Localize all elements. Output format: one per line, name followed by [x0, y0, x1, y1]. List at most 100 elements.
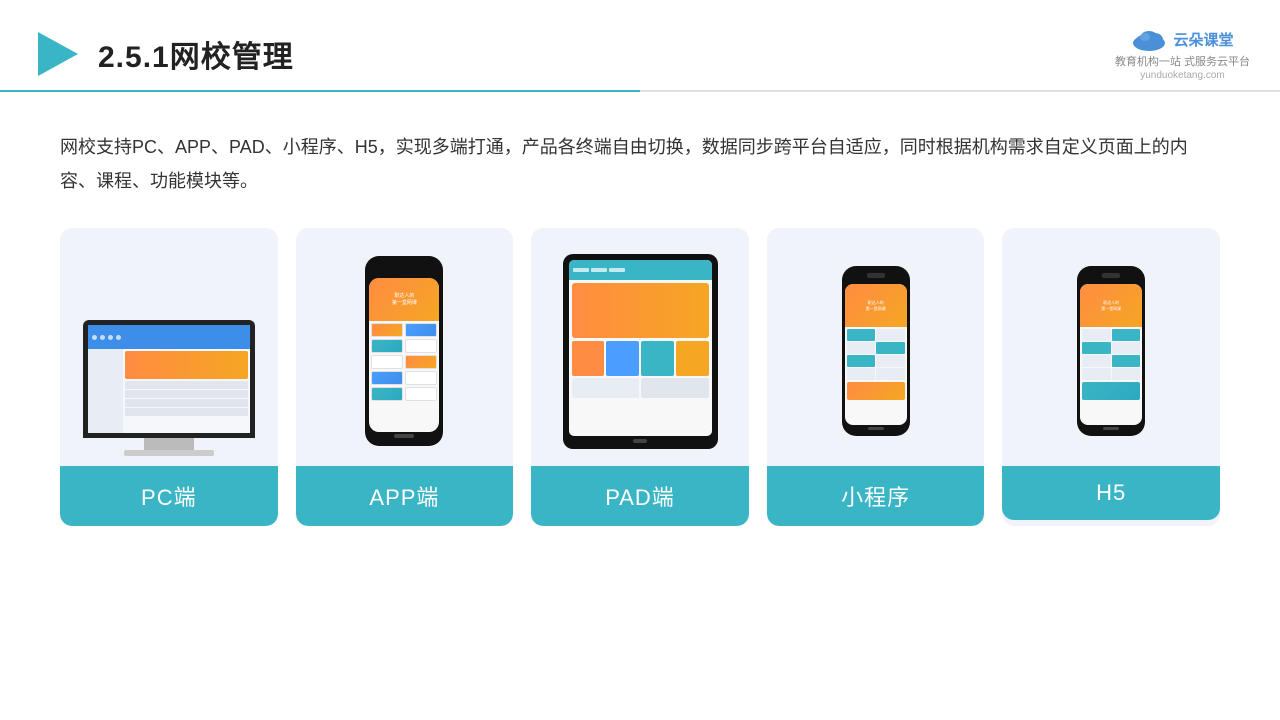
pad-nav-item — [591, 268, 607, 272]
phone-mini-card — [371, 371, 403, 385]
header-divider — [0, 90, 1280, 92]
app-mockup-container: 职达人的第一堂网课 — [308, 246, 502, 456]
miniprogram-mockup-container: 职达人的第一堂网课 — [779, 246, 973, 456]
pc-main-area — [123, 349, 249, 433]
phone-sm-block — [1082, 368, 1111, 380]
device-label-app: APP端 — [296, 466, 514, 526]
description-text: 网校支持PC、APP、PAD、小程序、H5，实现多端打通，产品各终端自由切换，数… — [60, 130, 1220, 198]
phone-sm-block — [1112, 355, 1141, 367]
phone-sm-row — [847, 342, 905, 354]
pc-nav-dot — [116, 335, 121, 340]
phone-screen: 职达人的第一堂网课 — [369, 278, 439, 432]
pc-screen-content — [88, 325, 250, 433]
phone-sm-block — [847, 342, 876, 354]
device-label-pc: PC端 — [60, 466, 278, 526]
phone-mini-card — [405, 323, 437, 337]
phone-sm-block — [876, 329, 905, 341]
phone-sm-block — [1082, 342, 1111, 354]
phone-sm-block — [876, 368, 905, 380]
pad-banner — [572, 283, 709, 338]
pc-row — [125, 381, 247, 389]
play-icon — [30, 28, 82, 80]
phone-sm-row — [847, 368, 905, 380]
device-card-h5: 职达人的第一堂网课 — [1002, 228, 1220, 526]
pad-cards — [572, 341, 709, 376]
phone-card-row — [371, 323, 437, 337]
device-card-miniprogram: 职达人的第一堂网课 — [767, 228, 985, 526]
logo-name: 云朵课堂 — [1173, 29, 1233, 50]
pad-screen — [569, 260, 712, 436]
pc-nav — [88, 325, 250, 349]
pad-top-bar — [569, 260, 712, 280]
phone-sm-header-h5: 职达人的第一堂网课 — [1080, 284, 1142, 326]
phone-card-row — [371, 387, 437, 401]
phone-mini-card — [371, 323, 403, 337]
phone-sm-row — [1082, 342, 1140, 354]
phone-sm-header-text: 职达人的第一堂网课 — [866, 300, 886, 310]
phone-sm-notch — [867, 273, 885, 278]
phone-sm-block — [1112, 368, 1141, 380]
phone-card-row — [371, 339, 437, 353]
pc-rows — [125, 381, 247, 416]
phone-sm-block — [876, 342, 905, 354]
phone-sm-notch-h5 — [1102, 273, 1120, 278]
pc-mockup — [79, 320, 259, 456]
phone-mini-card — [405, 339, 437, 353]
phone-header-text: 职达人的第一堂网课 — [392, 293, 417, 306]
pad-mockup-container — [543, 246, 737, 456]
phone-sm-home — [868, 427, 884, 430]
device-card-app: 职达人的第一堂网课 — [296, 228, 514, 526]
logo-domain: yunduoketang.com — [1140, 70, 1225, 81]
phone-mini-card — [371, 339, 403, 353]
pad-card — [606, 341, 639, 376]
header: 2.5.1网校管理 云朵课堂 教育机构一站 式服务云平台 yunduoketan… — [0, 0, 1280, 90]
pc-nav-dot — [100, 335, 105, 340]
phone-mini-card — [371, 355, 403, 369]
logo-cloud: 云朵课堂 — [1131, 27, 1233, 53]
pad-card — [676, 341, 709, 376]
phone-sm-block — [1112, 342, 1141, 354]
pc-screen-outer — [83, 320, 255, 438]
pc-row — [125, 399, 247, 407]
phone-sm-block — [1112, 329, 1141, 341]
device-label-pad: PAD端 — [531, 466, 749, 526]
phone-mini-card — [405, 387, 437, 401]
main-content: 网校支持PC、APP、PAD、小程序、H5，实现多端打通，产品各终端自由切换，数… — [0, 100, 1280, 546]
pc-row — [125, 390, 247, 398]
pc-nav-dot — [108, 335, 113, 340]
phone-sm-row — [847, 355, 905, 367]
phone-sm-row — [1082, 329, 1140, 341]
pad-card — [572, 341, 605, 376]
phone-sm-body-h5 — [1080, 327, 1142, 402]
phone-header: 职达人的第一堂网课 — [369, 278, 439, 321]
phone-sm-row — [1082, 355, 1140, 367]
logo-tagline: 教育机构一站 式服务云平台 — [1115, 55, 1250, 70]
phone-mini-card — [405, 355, 437, 369]
phone-sm-mockup-miniprogram: 职达人的第一堂网课 — [842, 266, 910, 436]
phone-sm-row — [1082, 368, 1140, 380]
cloud-icon — [1131, 27, 1167, 53]
pad-card — [641, 341, 674, 376]
pc-base — [124, 450, 214, 456]
phone-body — [369, 321, 439, 403]
phone-mini-card — [405, 371, 437, 385]
phone-sm-block — [847, 329, 876, 341]
phone-sm-block — [876, 355, 905, 367]
pc-row — [125, 408, 247, 416]
pc-banner — [125, 351, 247, 379]
phone-home-btn — [394, 434, 414, 438]
page-title: 2.5.1网校管理 — [98, 32, 294, 76]
phone-sm-mockup-h5: 职达人的第一堂网课 — [1077, 266, 1145, 436]
device-card-pc: PC端 — [60, 228, 278, 526]
pad-nav-item — [573, 268, 589, 272]
phone-sm-row — [847, 329, 905, 341]
device-label-h5: H5 — [1002, 466, 1220, 520]
logo-area: 云朵课堂 教育机构一站 式服务云平台 yunduoketang.com — [1115, 27, 1250, 81]
pc-mockup-container — [72, 246, 266, 456]
phone-sm-header-text-h5: 职达人的第一堂网课 — [1101, 300, 1121, 310]
phone-mini-card — [371, 387, 403, 401]
phone-mockup-app: 职达人的第一堂网课 — [365, 256, 443, 446]
header-left: 2.5.1网校管理 — [30, 28, 294, 80]
device-label-miniprogram: 小程序 — [767, 466, 985, 526]
phone-sm-screen-h5: 职达人的第一堂网课 — [1080, 284, 1142, 425]
